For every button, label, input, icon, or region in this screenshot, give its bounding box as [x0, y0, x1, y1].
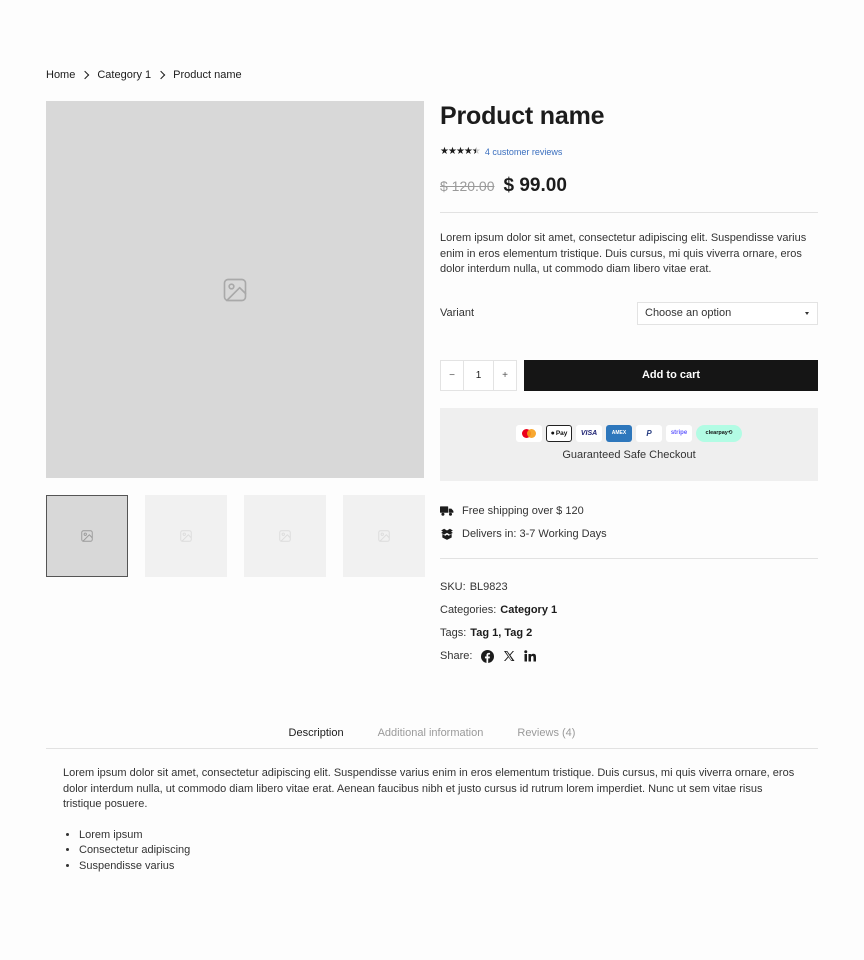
variant-select-value: Choose an option	[645, 307, 732, 319]
chevron-right-icon	[81, 70, 90, 80]
quantity-input[interactable]: 1	[463, 360, 494, 390]
quantity-decrease-button[interactable]: −	[441, 361, 463, 390]
tab-description[interactable]: Description	[289, 725, 344, 748]
category-link[interactable]: Category 1	[500, 604, 557, 616]
old-price: $ 120.00	[440, 178, 495, 194]
add-to-cart-button[interactable]: Add to cart	[524, 359, 818, 391]
breadcrumb: Home Category 1 Product name	[46, 69, 242, 81]
description-paragraph: Lorem ipsum dolor sit amet, consectetur …	[63, 767, 795, 810]
applepay-icon: ● Pay	[546, 424, 572, 442]
quantity-increase-button[interactable]: +	[494, 361, 516, 390]
quantity-stepper: − 1 +	[440, 359, 517, 391]
box-icon	[441, 528, 453, 540]
divider	[440, 212, 818, 213]
safe-checkout-label: Guaranteed Safe Checkout	[562, 448, 696, 461]
stripe-icon: stripe	[666, 424, 692, 442]
sale-price: $ 99.00	[503, 175, 567, 196]
image-placeholder-icon	[180, 530, 192, 542]
safe-checkout-box: ● Pay VISA AMEX P stripe clearpay⟲ Guaran…	[440, 407, 818, 481]
description-tab-content: Lorem ipsum dolor sit amet, consectetur …	[63, 766, 798, 874]
tags-line: Tags: Tag 1, Tag 2	[440, 622, 818, 645]
clearpay-icon: clearpay⟲	[696, 424, 742, 442]
list-item: Suspendisse varius	[79, 859, 798, 875]
image-placeholder-icon	[378, 530, 390, 542]
rating-stars: ★ ★ ★ ★ ★	[440, 146, 481, 157]
add-to-cart-row: − 1 + Add to cart	[440, 359, 818, 391]
delivery-time-text: Delivers in: 3-7 Working Days	[462, 528, 607, 540]
price: $ 120.00 $ 99.00	[440, 175, 818, 197]
product-rating: ★ ★ ★ ★ ★ 4 customer reviews	[440, 146, 818, 157]
thumbnail-3[interactable]	[244, 495, 326, 577]
share-label: Share:	[440, 650, 473, 662]
free-shipping-text: Free shipping over $ 120	[462, 505, 584, 517]
categories-line: Categories: Category 1	[440, 599, 818, 622]
product-meta: SKU: BL9823 Categories: Category 1 Tags:…	[440, 576, 818, 668]
variant-label: Variant	[440, 307, 475, 319]
free-shipping-line: Free shipping over $ 120	[440, 500, 818, 523]
share-icons	[481, 649, 537, 663]
product-title: Product name	[440, 102, 605, 130]
mastercard-icon	[516, 424, 542, 442]
thumbnail-1[interactable]	[46, 495, 128, 577]
truck-icon	[440, 506, 454, 516]
star-icon: ★	[463, 146, 473, 157]
list-item: Lorem ipsum	[79, 828, 798, 844]
image-placeholder-icon	[223, 278, 247, 301]
image-placeholder-icon	[279, 530, 291, 542]
delivery-time-line: Delivers in: 3-7 Working Days	[440, 523, 818, 546]
amex-icon: AMEX	[606, 424, 632, 442]
x-icon[interactable]	[503, 650, 515, 662]
thumbnail-4[interactable]	[343, 495, 425, 577]
variant-row: Variant Choose an option	[440, 301, 818, 325]
short-description: Lorem ipsum dolor sit amet, consectetur …	[440, 232, 807, 275]
star-icon: ★	[440, 146, 449, 157]
chevron-right-icon	[156, 70, 166, 80]
breadcrumb-current: Product name	[173, 69, 242, 81]
caret-down-icon	[805, 311, 809, 315]
share-line: Share:	[440, 645, 818, 668]
tab-additional-information[interactable]: Additional information	[378, 725, 484, 748]
visa-icon: VISA	[576, 424, 602, 442]
sku-label: SKU:	[440, 581, 466, 593]
thumbnail-gallery	[46, 495, 425, 577]
categories-label: Categories:	[440, 604, 497, 616]
payment-methods: ● Pay VISA AMEX P stripe clearpay⟲	[516, 424, 742, 442]
sku-value: BL9823	[469, 581, 508, 593]
star-icon: ★	[455, 146, 465, 157]
breadcrumb-home[interactable]: Home	[46, 69, 75, 81]
apple-logo-icon: ●	[550, 429, 555, 437]
thumbnail-2[interactable]	[145, 495, 227, 577]
paypal-icon: P	[636, 424, 662, 442]
product-info: Product name ★ ★ ★ ★ ★ 4 customer review…	[440, 100, 818, 668]
variant-select[interactable]: Choose an option	[637, 301, 818, 325]
star-icon: ★	[447, 146, 457, 157]
linkedin-icon[interactable]	[524, 650, 537, 662]
tags-links[interactable]: Tag 1, Tag 2	[470, 627, 532, 639]
facebook-icon[interactable]	[481, 649, 495, 663]
product-tabs: Description Additional information Revie…	[46, 725, 818, 749]
tags-label: Tags:	[440, 627, 467, 639]
half-star-icon: ★	[471, 146, 481, 157]
tab-reviews[interactable]: Reviews (4)	[517, 725, 575, 748]
customer-reviews-link[interactable]: 4 customer reviews	[485, 147, 563, 157]
breadcrumb-category[interactable]: Category 1	[97, 69, 151, 81]
image-placeholder-icon	[81, 530, 93, 542]
sku-line: SKU: BL9823	[440, 576, 818, 599]
list-item: Consectetur adipiscing	[79, 843, 798, 859]
shipping-info: Free shipping over $ 120 Delivers in: 3-…	[440, 500, 818, 546]
description-list: Lorem ipsum Consectetur adipiscing Suspe…	[63, 828, 798, 875]
product-main-image[interactable]	[46, 101, 424, 478]
divider	[440, 557, 818, 559]
